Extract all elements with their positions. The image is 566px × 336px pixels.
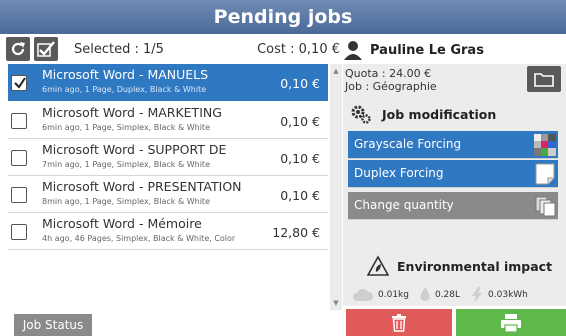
option-label: Grayscale Forcing bbox=[354, 137, 462, 151]
job-detail: 7min ago, 1 Page, Simplex, Black & White bbox=[42, 160, 210, 169]
environmental-metrics: 0.01kg 0.28L 0.03kWh bbox=[352, 285, 562, 305]
toolbar: Selected : 1/5 Cost : 0,10 € bbox=[6, 36, 342, 62]
trash-icon bbox=[392, 313, 406, 332]
job-modification-header: Job modification bbox=[350, 103, 496, 125]
gears-icon bbox=[351, 105, 371, 124]
job-account: Job : Géographie bbox=[345, 80, 437, 93]
environment-warning-icon bbox=[367, 255, 389, 276]
job-list: Microsoft Word - MANUELS 6min ago, 1 Pag… bbox=[8, 64, 328, 310]
job-name: Microsoft Word - Mémoire bbox=[42, 216, 202, 231]
page-title: Pending jobs bbox=[213, 6, 353, 28]
refresh-icon bbox=[11, 42, 25, 56]
co2-value: 0.01kg bbox=[378, 290, 409, 300]
water-drop-icon bbox=[420, 287, 430, 301]
option-label: Change quantity bbox=[354, 198, 454, 212]
job-modification-title: Job modification bbox=[382, 106, 497, 122]
job-list-scrollbar[interactable]: ▲ ▼ bbox=[330, 64, 342, 310]
list-item[interactable]: Microsoft Word - MARKETING 6min ago, 1 P… bbox=[8, 102, 328, 139]
grayscale-icon bbox=[534, 134, 556, 156]
scroll-down-icon[interactable]: ▼ bbox=[331, 298, 341, 308]
print-button[interactable] bbox=[456, 309, 566, 336]
job-detail: 6min ago, 1 Page, Simplex, Black & White bbox=[42, 123, 210, 132]
job-checkbox[interactable] bbox=[11, 187, 27, 203]
job-name: Microsoft Word - MANUELS bbox=[42, 67, 209, 82]
job-checkbox[interactable] bbox=[11, 224, 27, 240]
job-name: Microsoft Word - SUPPORT DE bbox=[42, 142, 227, 157]
list-item[interactable]: Microsoft Word - Mémoire 4h ago, 46 Page… bbox=[8, 213, 328, 250]
job-name: Microsoft Word - MARKETING bbox=[42, 105, 222, 120]
user-name: Pauline Le Gras bbox=[370, 42, 484, 58]
quota-value: Quota : 24.00 € bbox=[345, 67, 432, 80]
option-label: Duplex Forcing bbox=[354, 166, 444, 180]
title-bar: Pending jobs bbox=[0, 0, 566, 34]
list-item[interactable]: Microsoft Word - PRESENTATION 8min ago, … bbox=[8, 176, 328, 213]
folder-icon bbox=[534, 73, 554, 87]
folder-button[interactable] bbox=[527, 66, 561, 92]
grayscale-forcing-button[interactable]: Grayscale Forcing bbox=[348, 131, 558, 159]
duplex-icon bbox=[535, 163, 555, 185]
list-item[interactable]: Microsoft Word - MANUELS 6min ago, 1 Pag… bbox=[8, 64, 328, 101]
job-price: 12,80 € bbox=[272, 225, 320, 240]
job-price: 0,10 € bbox=[280, 114, 320, 129]
total-cost: Cost : 0,10 € bbox=[257, 41, 340, 57]
job-checkbox[interactable] bbox=[11, 150, 27, 166]
job-price: 0,10 € bbox=[280, 151, 320, 166]
job-detail: 4h ago, 46 Pages, Simplex, Black & White… bbox=[42, 234, 236, 243]
refresh-button[interactable] bbox=[6, 37, 30, 61]
job-detail: 8min ago, 1 Page, Simplex, Black & White bbox=[42, 197, 210, 206]
printer-icon bbox=[501, 313, 521, 332]
environmental-impact-header: Environmental impact bbox=[367, 254, 552, 278]
energy-value: 0.03kWh bbox=[488, 290, 528, 300]
scroll-up-icon[interactable]: ▲ bbox=[331, 66, 341, 76]
copies-icon bbox=[535, 196, 556, 217]
job-price: 0,10 € bbox=[280, 188, 320, 203]
job-price: 0,10 € bbox=[280, 76, 320, 91]
job-checkbox[interactable] bbox=[11, 113, 27, 129]
delete-button[interactable] bbox=[346, 309, 452, 336]
user-header: Pauline Le Gras bbox=[344, 38, 566, 62]
select-all-icon bbox=[37, 41, 55, 57]
lightning-icon bbox=[472, 287, 483, 303]
job-checkbox[interactable] bbox=[11, 75, 27, 91]
job-status-label: Job Status bbox=[22, 318, 84, 332]
duplex-forcing-button[interactable]: Duplex Forcing bbox=[348, 160, 558, 188]
change-quantity-button[interactable]: Change quantity bbox=[348, 192, 558, 220]
water-metric: 0.28L bbox=[419, 287, 460, 303]
cloud-icon bbox=[353, 288, 374, 301]
job-name: Microsoft Word - PRESENTATION bbox=[42, 179, 242, 194]
energy-metric: 0.03kWh bbox=[470, 287, 528, 303]
job-detail: 6min ago, 1 Page, Duplex, Black & White bbox=[42, 85, 207, 94]
user-icon bbox=[344, 41, 362, 60]
job-status-button[interactable]: Job Status bbox=[14, 314, 92, 336]
water-value: 0.28L bbox=[434, 290, 461, 300]
select-all-button[interactable] bbox=[34, 37, 58, 61]
co2-metric: 0.01kg bbox=[352, 288, 409, 302]
selected-count: Selected : 1/5 bbox=[74, 41, 164, 57]
environmental-impact-title: Environmental impact bbox=[397, 258, 553, 274]
list-item[interactable]: Microsoft Word - SUPPORT DE 7min ago, 1 … bbox=[8, 139, 328, 176]
checkmark-icon bbox=[14, 77, 26, 89]
user-quota: Quota : 24.00 € Job : Géographie bbox=[345, 67, 437, 93]
